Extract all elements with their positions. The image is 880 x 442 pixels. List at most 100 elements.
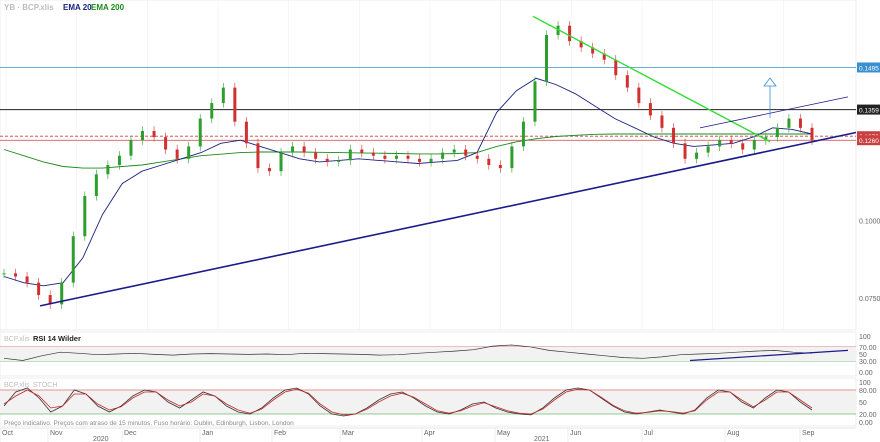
- candle-body: [383, 155, 387, 159]
- candle-body: [464, 149, 468, 156]
- stoch-band: [0, 390, 856, 414]
- candle-body: [418, 158, 422, 162]
- candle-body: [568, 25, 572, 42]
- rsi-tick: 30.00: [859, 359, 877, 366]
- candle-body: [129, 140, 133, 156]
- rsi-tick: 100: [859, 334, 871, 341]
- rsi-band: [0, 346, 856, 362]
- rsi-tick: 70.00: [859, 345, 877, 352]
- x-tick-label: May: [497, 430, 511, 437]
- candle-body: [314, 152, 318, 159]
- x-tick-label: Nov: [50, 430, 63, 437]
- x-tick-label: Dec: [124, 430, 137, 437]
- candle-body: [37, 282, 41, 296]
- legend-ema200: EMA 200: [91, 3, 125, 12]
- candle-body: [279, 152, 283, 172]
- candle-body: [106, 165, 110, 175]
- candle-body: [683, 143, 687, 159]
- candle-body: [706, 146, 710, 153]
- stoch-tick: 80.00: [859, 388, 877, 395]
- main-panel: [0, 0, 857, 331]
- candle-body: [25, 276, 29, 283]
- candle-body: [71, 236, 75, 283]
- candle-body: [141, 130, 145, 141]
- candle-body: [198, 118, 202, 147]
- candle-body: [614, 59, 618, 76]
- price-tick: 0.0750: [859, 296, 880, 303]
- candle-body: [83, 195, 87, 237]
- candle-body: [625, 75, 629, 88]
- time-axis: Oct Nov Dec Jan Feb Mar Apr May Jun Jul Aug Sep 2020…: [0, 427, 856, 442]
- candle-body: [741, 143, 745, 150]
- stoch-ticker: BCP.xlis: [4, 382, 30, 389]
- price-tick: 0.1000: [859, 219, 880, 226]
- candle-body: [671, 127, 675, 144]
- candle-body: [752, 140, 756, 150]
- candle-body: [787, 118, 791, 128]
- stoch-title: STOCH: [33, 382, 57, 389]
- candle-body: [291, 146, 295, 153]
- candle-body: [14, 273, 18, 277]
- price-tag: 0.1260: [859, 138, 879, 145]
- candle-body: [545, 34, 549, 82]
- candle-body: [695, 152, 699, 159]
- rsi-tick: 0.00: [859, 370, 873, 377]
- x-tick-label: Jun: [570, 430, 581, 437]
- candle-body: [302, 146, 306, 153]
- price-tag: 0.1359: [859, 108, 879, 115]
- candle-body: [164, 137, 168, 150]
- candle-body: [498, 165, 502, 169]
- stock-chart: 0.14950.13590.12730.12600.10000.0750 YB …: [0, 0, 880, 442]
- chart-symbol: YB · BCP.xlis: [4, 3, 54, 12]
- x-tick-label: Sep: [802, 430, 815, 437]
- candle-body: [441, 152, 445, 159]
- rsi-ticker: BCP.xlis: [4, 336, 30, 343]
- candle-body: [117, 155, 121, 165]
- rsi-title: RSI 14 Wilder: [33, 334, 81, 343]
- candle-body: [371, 152, 375, 156]
- stoch-tick: 50: [859, 400, 867, 407]
- candle-body: [267, 168, 271, 172]
- x-tick-label: Jan: [202, 430, 213, 437]
- x-tick-label: Feb: [274, 430, 286, 437]
- legend-ema20: EMA 20: [63, 3, 92, 12]
- candle-body: [175, 149, 179, 159]
- candle-body: [210, 103, 214, 119]
- candle-body: [533, 81, 537, 122]
- price-tag: 0.1495: [859, 65, 879, 72]
- stoch-tick: 0.00: [859, 420, 873, 427]
- candle-body: [775, 127, 779, 138]
- footer-note: Preço indicativo. Preços com atraso de 1…: [4, 420, 294, 427]
- candle-body: [360, 149, 364, 153]
- candle-body: [325, 158, 329, 162]
- candle-body: [660, 115, 664, 128]
- candle-body: [394, 155, 398, 159]
- candle-body: [429, 158, 433, 162]
- candle-body: [221, 87, 225, 104]
- candle-body: [510, 146, 514, 169]
- candle-body: [2, 273, 6, 275]
- price-axis: 0.14950.13590.12730.12600.10000.0750: [857, 62, 880, 303]
- candle-body: [487, 158, 491, 165]
- x-tick-label: Apr: [424, 430, 436, 437]
- candle-body: [256, 143, 260, 169]
- candle-body: [452, 149, 456, 153]
- candle-body: [637, 87, 641, 104]
- candle-body: [337, 160, 341, 162]
- candle-body: [406, 155, 410, 159]
- stoch-tick: 100: [859, 380, 871, 387]
- candle-body: [94, 174, 98, 196]
- x-tick-label: Oct: [2, 430, 13, 437]
- candle-body: [244, 121, 248, 144]
- candle-body: [521, 121, 525, 147]
- candle-body: [648, 103, 652, 116]
- candle-body: [475, 155, 479, 159]
- candle-body: [718, 140, 722, 147]
- candle-body: [233, 87, 237, 122]
- x-tick-label: Mar: [342, 430, 355, 437]
- x-tick-label: Jul: [644, 430, 653, 437]
- candle-body: [798, 118, 802, 128]
- stoch-tick: 20.00: [859, 412, 877, 419]
- x-tick-label: Aug: [727, 430, 740, 437]
- candle-body: [152, 130, 156, 138]
